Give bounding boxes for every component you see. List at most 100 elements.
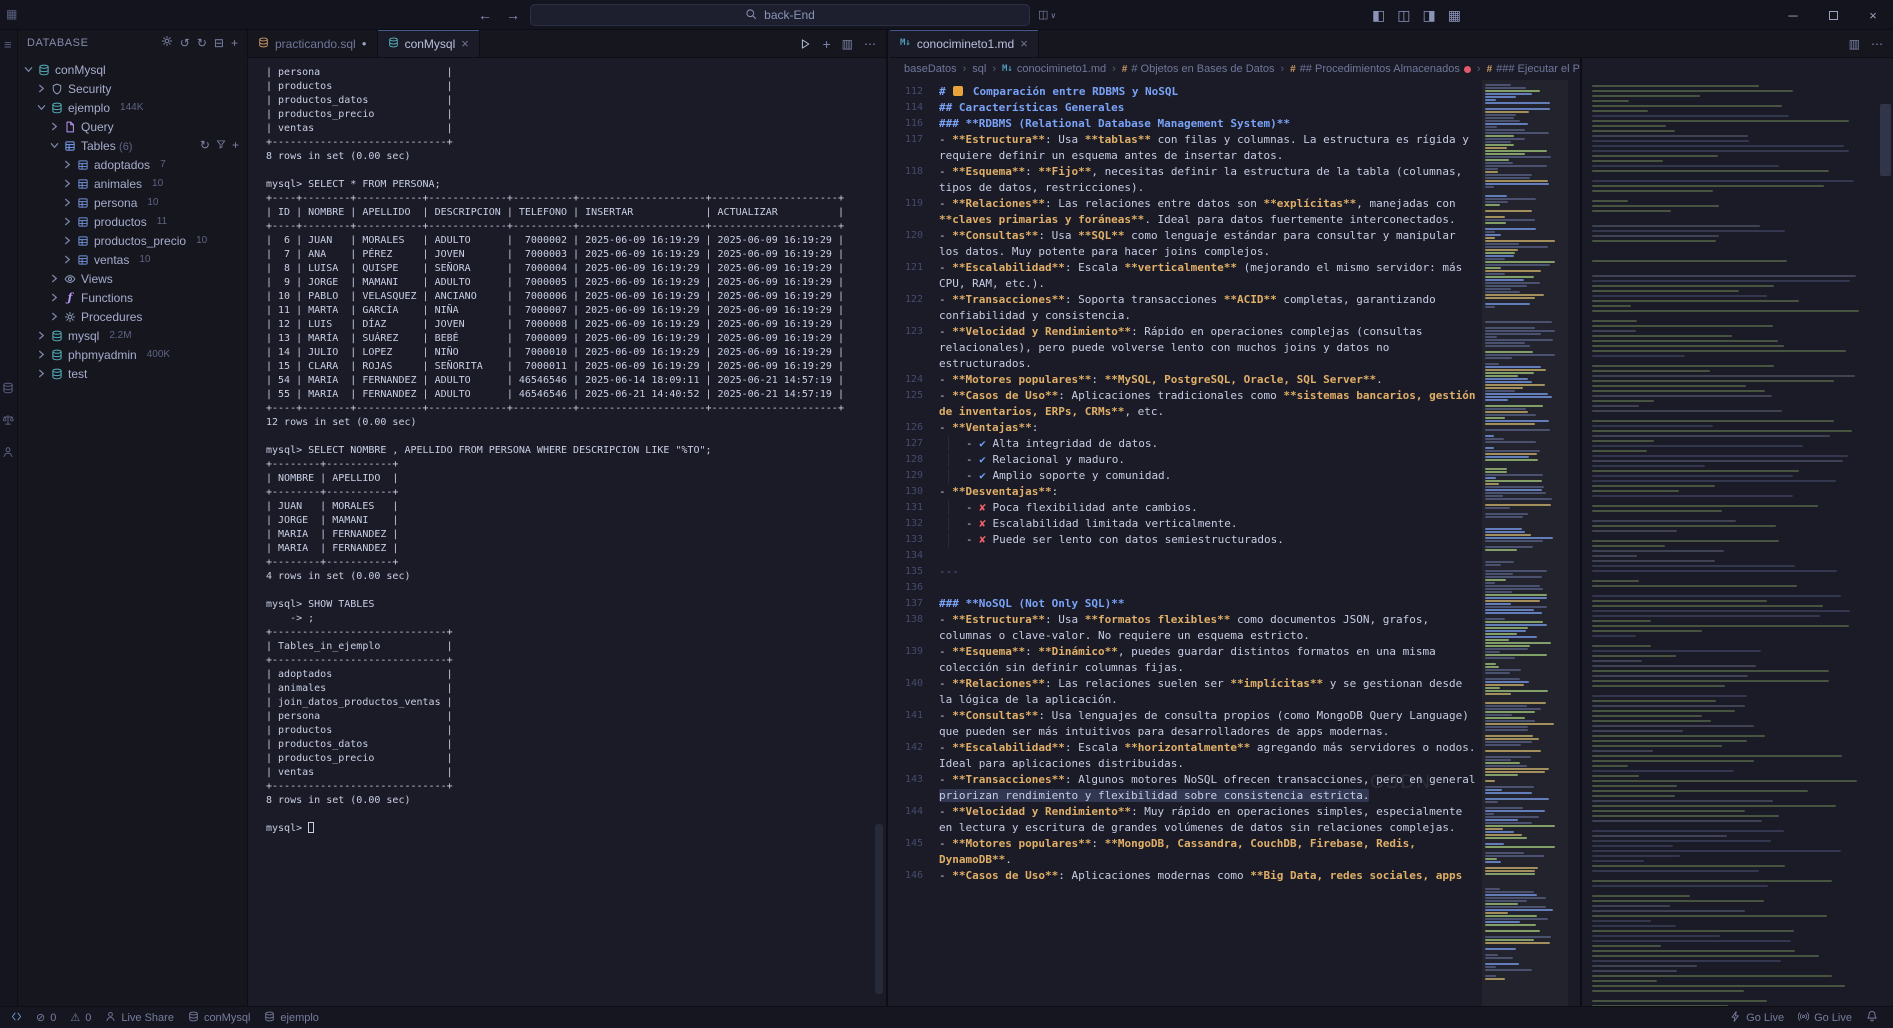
md-line-135[interactable]: 135--- xyxy=(890,564,1580,580)
toggle-secondary-sidebar-icon[interactable]: ◨ xyxy=(1422,8,1435,22)
filter-icon[interactable] xyxy=(216,139,226,152)
new-console-icon[interactable]: + xyxy=(822,37,830,51)
settings-gear-icon[interactable] xyxy=(161,34,173,52)
md-line-118[interactable]: 118- **Esquema**: **Fijo**, necesitas de… xyxy=(890,164,1580,196)
md-line-122[interactable]: 122- **Transacciones**: Soporta transacc… xyxy=(890,292,1580,324)
tree-item-mysql[interactable]: mysql2.2M xyxy=(18,326,247,345)
status-remote-indicator[interactable] xyxy=(4,1007,29,1028)
md-line-131[interactable]: 131- ✘ Poca flexibilidad ante cambios. xyxy=(890,500,1580,516)
tab-conocimineto1-md[interactable]: M↓conocimineto1.md× xyxy=(890,30,1039,57)
md-line-119[interactable]: 119- **Relaciones**: Las relaciones entr… xyxy=(890,196,1580,228)
account-activity-icon[interactable] xyxy=(2,446,14,460)
close-tab-icon[interactable]: × xyxy=(461,36,469,51)
mysql-terminal-output[interactable]: | persona | | productos | | productos_da… xyxy=(248,58,872,1006)
md-line-114[interactable]: 114## Características Generales xyxy=(890,100,1580,116)
status-live-share[interactable]: Live Share xyxy=(98,1007,181,1028)
refresh-icon[interactable]: ↻ xyxy=(197,37,207,49)
status-notifications[interactable] xyxy=(1859,1007,1885,1028)
md-line-132[interactable]: 132- ✘ Escalabilidad limitada verticalme… xyxy=(890,516,1580,532)
tree-item-security[interactable]: Security xyxy=(18,79,247,98)
status-db-connection[interactable]: conMysql xyxy=(181,1007,257,1028)
scales-activity-icon[interactable] xyxy=(2,414,14,428)
add-connection-icon[interactable]: + xyxy=(231,37,238,49)
breadcrumb-item[interactable]: M↓conocimineto1.md xyxy=(1002,63,1106,75)
toggle-panel-icon[interactable]: ◫ xyxy=(1397,8,1410,22)
collapse-all-icon[interactable]: ⊟ xyxy=(214,37,224,49)
menu-icon[interactable]: ≡ xyxy=(4,38,12,51)
breadcrumb-item[interactable]: sql xyxy=(972,63,986,75)
md-line-126[interactable]: 126- **Ventajas**: xyxy=(890,420,1580,436)
history-icon[interactable]: ↺ xyxy=(180,37,190,49)
nav-forward-icon[interactable]: → xyxy=(506,8,520,22)
terminal-scrollbar[interactable] xyxy=(874,58,884,1006)
tab-conmysql[interactable]: conMysql× xyxy=(378,30,480,57)
md-line-139[interactable]: 139- **Esquema**: **Dinámico**, puedes g… xyxy=(890,644,1580,676)
close-tab-icon[interactable]: × xyxy=(1020,36,1028,51)
md-line-125[interactable]: 125- **Casos de Uso**: Aplicaciones trad… xyxy=(890,388,1580,420)
breadcrumb-item[interactable]: ### Procedimientos Almacenados xyxy=(1290,63,1471,75)
minimize-button[interactable]: ─ xyxy=(1773,0,1813,30)
md-line-143[interactable]: 143- **Transacciones**: Algunos motores … xyxy=(890,772,1580,804)
tree-item-views[interactable]: Views xyxy=(18,269,247,288)
minimap[interactable] xyxy=(1482,80,1568,994)
tree-item-functions[interactable]: ƒFunctions xyxy=(18,288,247,307)
md-line-127[interactable]: 127- ✔ Alta integridad de datos. xyxy=(890,436,1580,452)
run-query-icon[interactable] xyxy=(799,38,811,50)
tree-item-persona[interactable]: persona10 xyxy=(18,193,247,212)
tree-item-phpmyadmin[interactable]: phpmyadmin400K xyxy=(18,345,247,364)
tree-item-tables[interactable]: Tables (6)↻+ xyxy=(18,136,247,155)
md-line-129[interactable]: 129- ✔ Amplio soporte y comunidad. xyxy=(890,468,1580,484)
app-logo-icon[interactable]: ▦ xyxy=(6,7,17,21)
customize-layout-icon[interactable]: ▦ xyxy=(1448,8,1461,22)
tree-item-productos-precio[interactable]: productos_precio10 xyxy=(18,231,247,250)
md-line-112[interactable]: 112# Comparación entre RDBMS y NoSQL xyxy=(890,84,1580,100)
tree-item-conmysql[interactable]: conMysql xyxy=(18,60,247,79)
tree-item-test[interactable]: test xyxy=(18,364,247,383)
search-command-center[interactable]: back-End xyxy=(530,4,1030,26)
tree-item-ejemplo[interactable]: ejemplo144K xyxy=(18,98,247,117)
md-line-121[interactable]: 121- **Escalabilidad**: Escala **vertica… xyxy=(890,260,1580,292)
md-line-136[interactable]: 136 xyxy=(890,580,1580,596)
md-line-144[interactable]: 144- **Velocidad y Rendimiento**: Muy rá… xyxy=(890,804,1580,836)
maximize-button[interactable] xyxy=(1813,0,1853,30)
more-actions-icon[interactable]: ⋯ xyxy=(1871,38,1883,50)
editor-scrollbar[interactable] xyxy=(1878,58,1893,1006)
md-line-134[interactable]: 134 xyxy=(890,548,1580,564)
tree-item-procedures[interactable]: Procedures xyxy=(18,307,247,326)
refresh-icon[interactable]: ↻ xyxy=(200,139,210,152)
add-icon[interactable]: + xyxy=(232,139,239,152)
titlebar-extra-icon[interactable]: ◫∨ xyxy=(1038,8,1056,21)
split-editor-icon[interactable]: ▥ xyxy=(1849,38,1860,50)
status-go-live-1[interactable]: Go Live xyxy=(1723,1007,1791,1028)
tree-item-productos[interactable]: productos11 xyxy=(18,212,247,231)
close-button[interactable]: × xyxy=(1853,0,1893,30)
md-line-116[interactable]: 116### **RDBMS (Relational Database Mana… xyxy=(890,116,1580,132)
nav-back-icon[interactable]: ← xyxy=(478,8,492,22)
md-line-130[interactable]: 130- **Desventajas**: xyxy=(890,484,1580,500)
md-line-123[interactable]: 123- **Velocidad y Rendimiento**: Rápido… xyxy=(890,324,1580,372)
md-line-141[interactable]: 141- **Consultas**: Usa lenguajes de con… xyxy=(890,708,1580,740)
database-activity-icon[interactable] xyxy=(2,382,14,396)
md-line-138[interactable]: 138- **Estructura**: Usa **formatos flex… xyxy=(890,612,1580,644)
tree-item-animales[interactable]: animales10 xyxy=(18,174,247,193)
md-line-120[interactable]: 120- **Consultas**: Usa **SQL** como len… xyxy=(890,228,1580,260)
tree-item-query[interactable]: Query xyxy=(18,117,247,136)
tree-item-adoptados[interactable]: adoptados7 xyxy=(18,155,247,174)
breadcrumb-item[interactable]: #### Ejecutar el P xyxy=(1487,63,1580,75)
right-overflow-pane[interactable] xyxy=(1580,58,1877,1006)
breadcrumb-item[interactable]: baseDatos xyxy=(904,63,957,75)
toggle-sidebar-icon[interactable]: ◧ xyxy=(1372,8,1385,22)
md-line-142[interactable]: 142- **Escalabilidad**: Escala **horizon… xyxy=(890,740,1580,772)
more-actions-icon[interactable]: ⋯ xyxy=(864,38,876,50)
md-line-140[interactable]: 140- **Relaciones**: Las relaciones suel… xyxy=(890,676,1580,708)
status-go-live-2[interactable]: Go Live xyxy=(1791,1007,1859,1028)
split-editor-icon[interactable]: ▥ xyxy=(842,38,853,50)
status-db-schema[interactable]: ejemplo xyxy=(257,1007,326,1028)
md-line-137[interactable]: 137### **NoSQL (Not Only SQL)** xyxy=(890,596,1580,612)
breadcrumb-item[interactable]: ## Objetos en Bases de Datos xyxy=(1122,63,1275,75)
tree-item-ventas[interactable]: ventas10 xyxy=(18,250,247,269)
tab-practicando-sql[interactable]: practicando.sql● xyxy=(248,30,378,57)
md-line-133[interactable]: 133- ✘ Puede ser lento con datos semiest… xyxy=(890,532,1580,548)
md-line-146[interactable]: 146- **Casos de Uso**: Aplicaciones mode… xyxy=(890,868,1580,884)
md-line-128[interactable]: 128- ✔ Relacional y maduro. xyxy=(890,452,1580,468)
